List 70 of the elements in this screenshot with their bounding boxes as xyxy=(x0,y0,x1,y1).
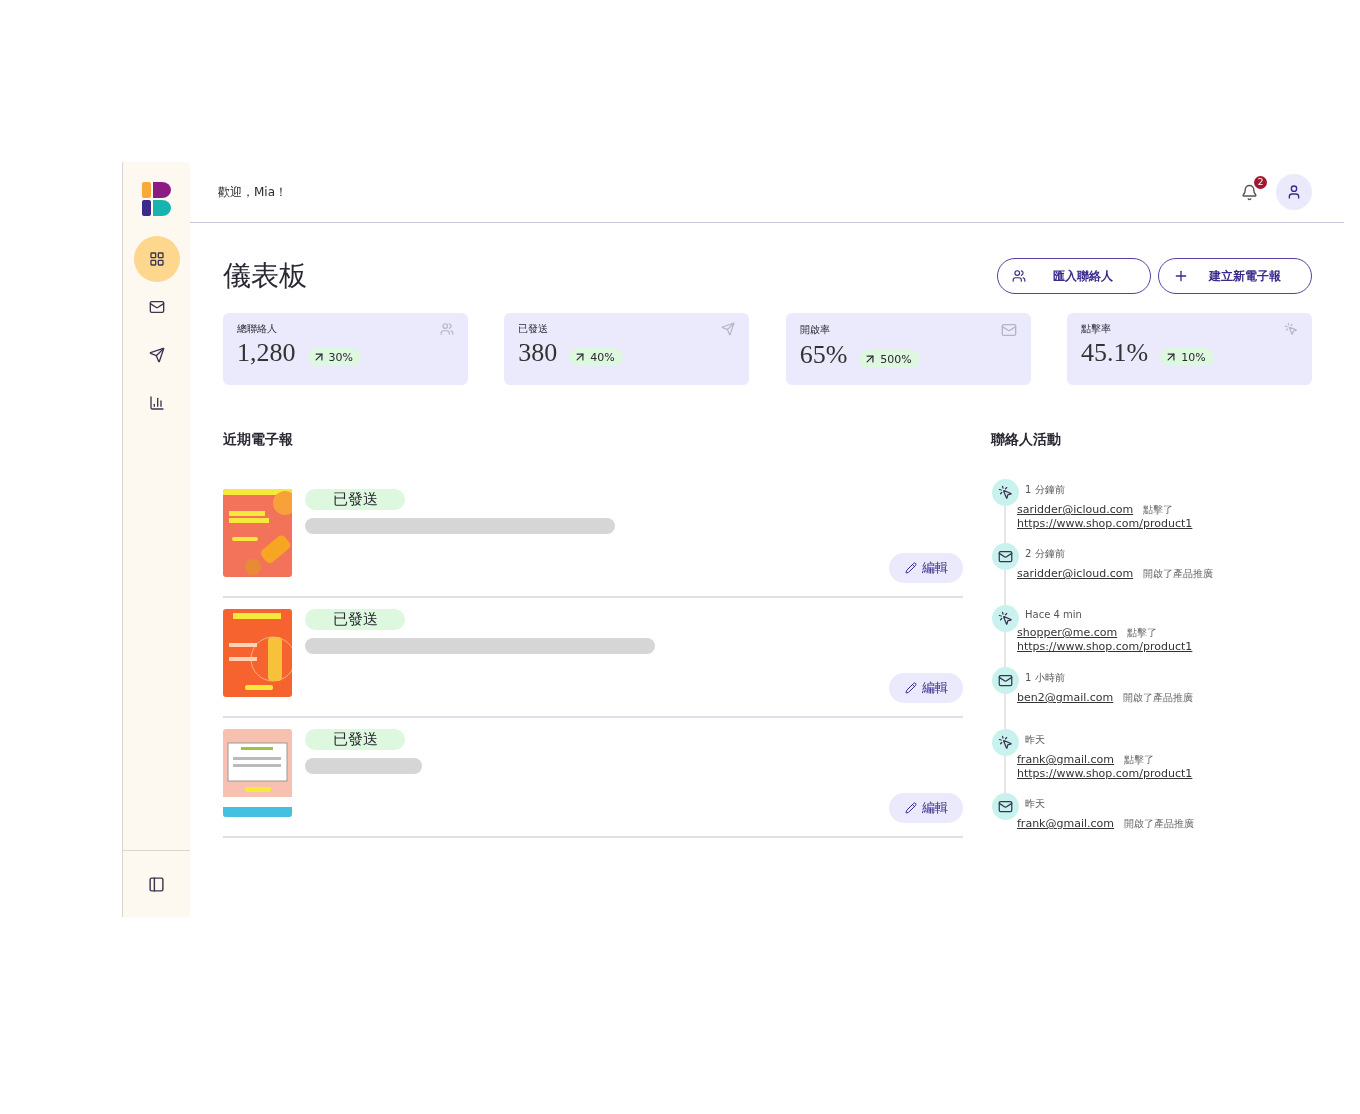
activity-time: Hace 4 min xyxy=(1025,609,1083,620)
stat-label: 已發送 xyxy=(518,322,549,336)
email-link[interactable]: ben2@gmail.com xyxy=(1017,691,1114,704)
section-title: 聯絡人活動 xyxy=(991,431,1062,449)
mail-icon xyxy=(1000,322,1017,338)
stat-value: 1,280 xyxy=(237,338,296,368)
section-title: 近期電子報 xyxy=(223,431,294,449)
cursor-click-icon xyxy=(991,729,1019,756)
edit-button[interactable]: 編輯 xyxy=(889,793,963,823)
users-icon xyxy=(440,322,454,336)
bar-chart-icon xyxy=(148,395,165,411)
status-badge: 已發送 xyxy=(305,609,405,630)
create-newsletter-button[interactable]: 建立新電子報 xyxy=(1158,258,1312,294)
status-badge: 已發送 xyxy=(305,729,405,750)
url-link[interactable]: https://www.shop.com/product1 xyxy=(1017,640,1193,654)
sidebar-toggle-button[interactable] xyxy=(148,875,165,893)
plus-icon xyxy=(1173,268,1189,284)
edit-button[interactable]: 編輯 xyxy=(889,553,963,583)
activity-action: 點擊了 xyxy=(1124,754,1155,765)
users-icon xyxy=(1012,269,1026,283)
stat-label: 開啟率 xyxy=(799,323,830,337)
change-badge: 40% xyxy=(569,348,623,366)
activity-action: 開啟了產品推廣 xyxy=(1124,818,1195,829)
cursor-click-icon xyxy=(991,479,1019,506)
mail-icon xyxy=(148,299,165,315)
stat-label: 點擊率 xyxy=(1081,322,1111,336)
notification-count: 2 xyxy=(1254,175,1267,189)
activity-time: 昨天 xyxy=(1025,797,1046,811)
change-badge: 500% xyxy=(859,350,920,368)
cursor-click-icon xyxy=(1284,322,1298,336)
activity-time: 2 分鐘前 xyxy=(1025,547,1066,561)
send-icon xyxy=(721,322,736,336)
pencil-icon xyxy=(904,682,917,694)
email-link[interactable]: saridder@icloud.com xyxy=(1017,567,1134,580)
activity-action: 點擊了 xyxy=(1143,504,1174,515)
activity-action: 點擊了 xyxy=(1127,627,1158,638)
activity-action: 開啟了產品推廣 xyxy=(1123,692,1194,703)
change-badge: 30% xyxy=(307,348,361,366)
mail-icon xyxy=(991,667,1019,694)
url-link[interactable]: https://www.shop.com/product1 xyxy=(1017,517,1193,531)
mail-icon xyxy=(991,793,1019,820)
activity-time: 昨天 xyxy=(1025,733,1046,747)
email-link[interactable]: saridder@icloud.com xyxy=(1017,503,1134,516)
mail-icon xyxy=(991,543,1019,570)
dashboard-icon xyxy=(148,251,165,267)
email-link[interactable]: frank@gmail.com xyxy=(1017,817,1115,830)
send-icon xyxy=(148,347,165,363)
activity-time: 1 分鐘前 xyxy=(1025,483,1066,497)
edit-button[interactable]: 編輯 xyxy=(889,673,963,703)
activity-action: 開啟了產品推廣 xyxy=(1143,568,1214,579)
stat-value: 380 xyxy=(518,338,558,368)
stat-value: 45.1% xyxy=(1081,338,1149,368)
stat-value: 65% xyxy=(799,340,848,370)
import-contacts-button[interactable]: 匯入聯絡人 xyxy=(997,258,1151,294)
change-badge: 10% xyxy=(1160,348,1214,366)
pencil-icon xyxy=(904,802,917,814)
welcome-text: 歡迎，Mia！ xyxy=(218,183,289,201)
pencil-icon xyxy=(904,562,917,574)
stat-label: 總聯絡人 xyxy=(237,322,277,336)
app-logo xyxy=(141,182,172,216)
user-avatar[interactable] xyxy=(1276,174,1312,210)
url-link[interactable]: https://www.shop.com/product1 xyxy=(1017,767,1193,781)
cursor-click-icon xyxy=(991,605,1019,632)
activity-time: 1 小時前 xyxy=(1025,671,1066,685)
notifications-button[interactable] xyxy=(1241,183,1258,201)
email-link[interactable]: shopper@me.com xyxy=(1017,626,1118,639)
email-link[interactable]: frank@gmail.com xyxy=(1017,753,1115,766)
status-badge: 已發送 xyxy=(305,489,405,510)
page-title: 儀表板 xyxy=(223,258,308,294)
nav-button[interactable] xyxy=(133,236,180,282)
